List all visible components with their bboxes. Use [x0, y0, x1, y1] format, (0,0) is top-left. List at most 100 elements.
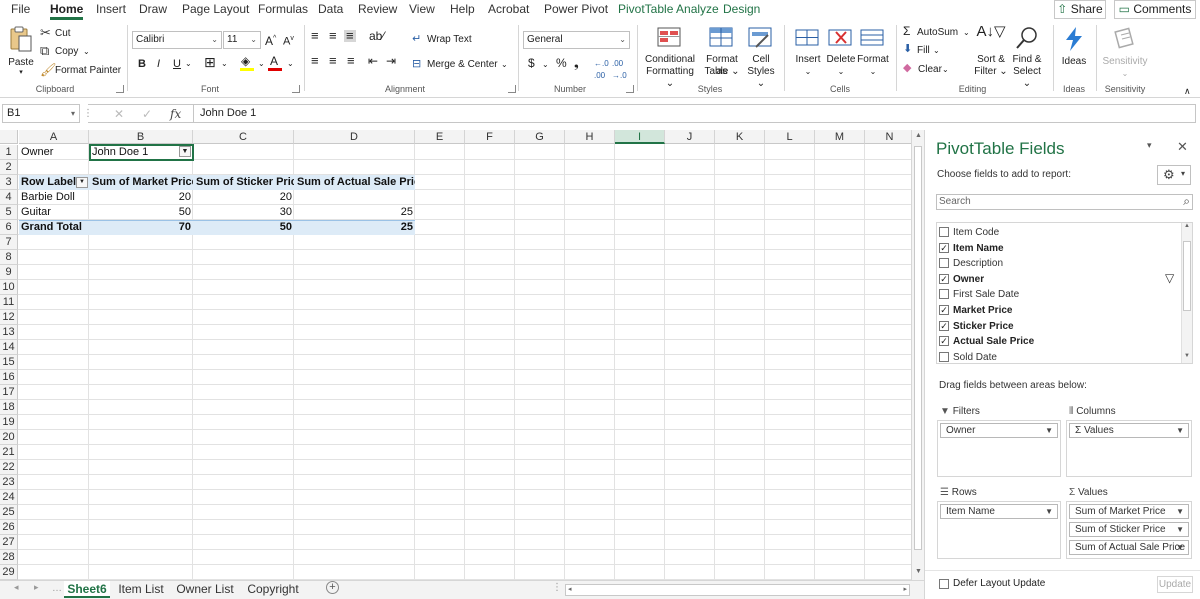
- update-button[interactable]: Update: [1157, 576, 1193, 593]
- font-color-button[interactable]: A: [268, 55, 284, 71]
- sensitivity-button[interactable]: Sensitivity ⌄: [1100, 25, 1150, 79]
- column-header-m[interactable]: M: [815, 130, 865, 144]
- tab-file[interactable]: File: [11, 2, 30, 16]
- column-header-a[interactable]: A: [19, 130, 89, 144]
- copy-button[interactable]: ⧉ Copy ⌄: [40, 44, 95, 58]
- tab-view[interactable]: View: [409, 2, 435, 16]
- cell-c6[interactable]: 50: [194, 220, 294, 235]
- cell-d6[interactable]: 25: [295, 220, 415, 235]
- format-painter-button[interactable]: 🖌 Format Painter: [40, 63, 121, 77]
- tab-insert[interactable]: Insert: [96, 2, 126, 16]
- font-name-combo[interactable]: Calibri ⌄: [132, 31, 222, 49]
- number-format-combo[interactable]: General ⌄: [523, 31, 630, 49]
- row-header-8[interactable]: 8: [0, 250, 18, 265]
- tab-power-pivot[interactable]: Power Pivot: [544, 2, 608, 16]
- cell-a1[interactable]: Owner: [19, 145, 89, 160]
- chevron-down-icon[interactable]: ⌄: [287, 58, 294, 70]
- column-header-e[interactable]: E: [415, 130, 465, 144]
- formula-input[interactable]: John Doe 1: [193, 104, 1196, 123]
- row-header-21[interactable]: 21: [0, 445, 18, 460]
- checkbox-unchecked-icon[interactable]: [939, 289, 949, 300]
- checkbox-checked-icon[interactable]: ✓: [939, 336, 949, 347]
- cell-c3[interactable]: Sum of Sticker Price: [194, 175, 294, 190]
- format-cells-button[interactable]: Format ⌄: [856, 25, 890, 79]
- fill-button[interactable]: ⬇ Fill ⌄: [903, 43, 953, 57]
- insert-function-icon[interactable]: fx: [170, 107, 181, 121]
- column-header-n[interactable]: N: [865, 130, 915, 144]
- close-icon[interactable]: ✕: [1177, 139, 1188, 155]
- field-list-scrollbar[interactable]: ▲ ▼: [1181, 223, 1192, 363]
- row-header-7[interactable]: 7: [0, 235, 18, 250]
- horizontal-scrollbar[interactable]: ◂ ▸: [565, 584, 910, 596]
- column-header-i[interactable]: I: [615, 130, 665, 144]
- align-bottom-icon[interactable]: ≡: [344, 29, 356, 42]
- align-middle-icon[interactable]: ≡: [329, 29, 337, 42]
- sort-filter-button[interactable]: A↓▽ Sort & Filter ⌄: [972, 24, 1010, 79]
- tab-review[interactable]: Review: [358, 2, 397, 16]
- fill-color-button[interactable]: ◈: [240, 55, 256, 71]
- borders-icon[interactable]: ⊞: [204, 55, 216, 69]
- name-box[interactable]: B1 ▾: [2, 104, 80, 123]
- column-header-h[interactable]: H: [565, 130, 615, 144]
- tab-help[interactable]: Help: [450, 2, 475, 16]
- pane-options-chevron-icon[interactable]: ▾: [1147, 140, 1152, 151]
- ideas-button[interactable]: Ideas: [1058, 25, 1090, 79]
- rows-area[interactable]: Item Name ▼: [937, 501, 1061, 559]
- column-header-d[interactable]: D: [294, 130, 415, 144]
- tab-data[interactable]: Data: [318, 2, 343, 16]
- row-header-14[interactable]: 14: [0, 340, 18, 355]
- tab-formulas[interactable]: Formulas: [258, 2, 308, 16]
- row-header-28[interactable]: 28: [0, 550, 18, 565]
- percent-button[interactable]: %: [556, 57, 567, 69]
- cell-c5[interactable]: 30: [194, 205, 294, 220]
- row-labels-dropdown-icon[interactable]: ▼: [76, 177, 88, 188]
- tools-button[interactable]: ⚙ ▾: [1157, 165, 1191, 185]
- column-header-b[interactable]: B: [89, 130, 193, 144]
- cell-a6[interactable]: Grand Total: [19, 220, 89, 235]
- cell-d5[interactable]: 25: [295, 205, 415, 220]
- find-select-button[interactable]: Find & Select ⌄: [1008, 25, 1046, 89]
- vertical-scrollbar[interactable]: ▲ ▼: [911, 130, 924, 580]
- comma-style-icon[interactable]: ❟: [574, 57, 579, 69]
- row-header-27[interactable]: 27: [0, 535, 18, 550]
- select-all-corner[interactable]: [0, 130, 18, 144]
- checkbox-checked-icon[interactable]: ✓: [939, 273, 949, 284]
- values-chip-sticker-price[interactable]: Sum of Sticker Price ▼: [1069, 522, 1189, 537]
- sheet-tab-item-list[interactable]: Item List: [114, 581, 168, 598]
- row-header-12[interactable]: 12: [0, 310, 18, 325]
- worksheet-grid[interactable]: ABCDEFGHIJKLMN 1 2 3 4 5 6 7 8 9 10 11 12 13 14 15 16 17…: [0, 130, 924, 580]
- scroll-down-icon[interactable]: ▼: [915, 568, 922, 575]
- collapse-ribbon-icon[interactable]: ∧: [1184, 85, 1191, 97]
- autosum-button[interactable]: Σ AutoSum ⌄: [903, 25, 973, 39]
- row-header-24[interactable]: 24: [0, 490, 18, 505]
- insert-cells-button[interactable]: Insert ⌄: [790, 25, 826, 79]
- column-header-l[interactable]: L: [765, 130, 815, 144]
- chevron-down-icon[interactable]: ⌄: [221, 58, 228, 70]
- row-header-9[interactable]: 9: [0, 265, 18, 280]
- row-header-25[interactable]: 25: [0, 505, 18, 520]
- field-search-input[interactable]: Search ⌕: [936, 194, 1193, 210]
- cell-a4[interactable]: Barbie Doll: [19, 190, 89, 205]
- checkbox-checked-icon[interactable]: ✓: [939, 320, 949, 331]
- values-chip-market-price[interactable]: Sum of Market Price ▼: [1069, 504, 1189, 519]
- tab-home[interactable]: Home: [50, 2, 84, 20]
- font-launcher-icon[interactable]: [292, 85, 300, 93]
- merge-center-button[interactable]: ⊟ Merge & Center ⌄: [412, 58, 512, 71]
- scroll-up-icon[interactable]: ▲: [1184, 223, 1190, 229]
- row-header-26[interactable]: 26: [0, 520, 18, 535]
- cell-d3[interactable]: Sum of Actual Sale Price: [295, 175, 415, 190]
- tab-page-layout[interactable]: Page Layout: [182, 2, 249, 16]
- decrease-indent-icon[interactable]: ⇤: [368, 55, 378, 67]
- row-header-13[interactable]: 13: [0, 325, 18, 340]
- wrap-text-button[interactable]: ↵ Wrap Text: [412, 33, 482, 46]
- row-header-29[interactable]: 29: [0, 565, 18, 580]
- orientation-icon[interactable]: ab⁄: [369, 30, 384, 42]
- chevron-down-icon[interactable]: ⌄: [542, 59, 549, 71]
- row-header-23[interactable]: 23: [0, 475, 18, 490]
- comments-button[interactable]: ▭ Comments: [1114, 0, 1196, 19]
- bold-button[interactable]: B: [138, 58, 146, 70]
- row-header-5[interactable]: 5: [0, 205, 18, 220]
- checkbox-checked-icon[interactable]: ✓: [939, 242, 949, 253]
- cell-b5[interactable]: 50: [90, 205, 193, 220]
- align-center-icon[interactable]: ≡: [329, 54, 337, 67]
